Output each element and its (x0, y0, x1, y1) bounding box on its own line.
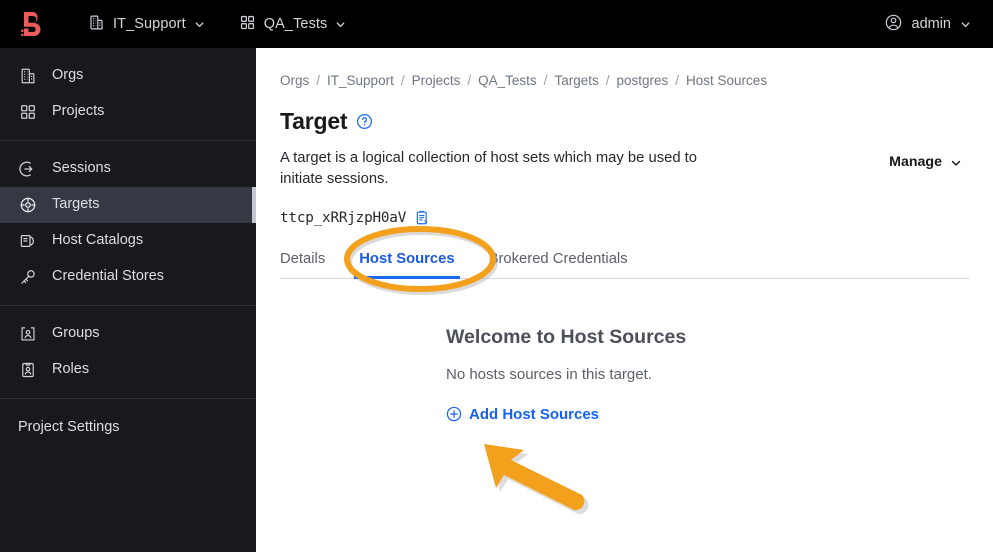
topnav-org-selector[interactable]: IT_Support (78, 0, 215, 48)
breadcrumb-item-qa-tests[interactable]: QA_Tests (478, 73, 537, 88)
chevron-down-icon (194, 19, 205, 30)
sidebar-item-label: Credential Stores (52, 268, 165, 285)
sidebar-item-label: Sessions (52, 160, 111, 177)
topnav-org-label: IT_Support (113, 16, 186, 32)
host-catalog-icon (18, 231, 38, 251)
topnav-project-selector[interactable]: QA_Tests (229, 0, 357, 48)
boundary-logo[interactable] (0, 0, 64, 48)
sidebar-item-label: Orgs (52, 67, 84, 84)
building-icon (18, 66, 38, 86)
grid-icon (239, 14, 256, 35)
building-icon (88, 14, 105, 35)
sidebar-item-host-catalogs[interactable]: Host Catalogs (0, 223, 256, 259)
add-host-sources-button[interactable]: Add Host Sources (446, 406, 599, 423)
target-crosshair-icon (18, 195, 38, 215)
sidebar-item-sessions[interactable]: Sessions (0, 151, 256, 187)
copy-clipboard-icon[interactable] (414, 210, 430, 226)
sidebar-item-targets[interactable]: Targets (0, 187, 256, 223)
sidebar-item-label: Targets (52, 196, 100, 213)
tab-label: Brokered Credentials (488, 250, 628, 267)
sidebar-item-label: Groups (52, 325, 100, 342)
sidebar-group-iam: Groups Roles (0, 305, 256, 398)
sidebar-item-credential-stores[interactable]: Credential Stores (0, 259, 256, 295)
breadcrumb-separator: / (675, 72, 680, 88)
breadcrumb: Orgs / IT_Support / Projects / QA_Tests … (280, 70, 969, 90)
session-arrow-icon (18, 159, 38, 179)
chevron-down-icon-2 (335, 19, 346, 30)
page-description: A target is a logical collection of host… (280, 150, 698, 188)
tab-brokered-credentials[interactable]: Brokered Credentials (489, 251, 628, 278)
sidebar-item-projects[interactable]: Projects (0, 94, 256, 130)
sidebar-item-label: Projects (52, 103, 105, 120)
breadcrumb-item-targets[interactable]: Targets (554, 73, 598, 88)
add-host-sources-label: Add Host Sources (469, 405, 600, 423)
sidebar-item-label: Project Settings (18, 419, 120, 435)
sidebar-group-settings: Project Settings (0, 398, 256, 455)
empty-state-title: Welcome to Host Sources (446, 325, 687, 348)
sidebar-group-resources: Sessions Targets Host Catalogs Credentia… (0, 140, 256, 305)
description-row: A target is a logical collection of host… (280, 148, 969, 191)
user-menu[interactable]: admin (874, 0, 993, 48)
breadcrumb-separator: / (543, 72, 548, 88)
chevron-down-icon (950, 157, 961, 168)
tab-host-sources[interactable]: Host Sources (354, 250, 461, 279)
user-circle-icon (884, 13, 903, 36)
breadcrumb-separator: / (400, 72, 405, 88)
resource-id-row: ttcp_xRRjzpH0aV (280, 210, 969, 226)
top-navigation-bar: IT_Support QA_Tests admin (0, 0, 993, 48)
boundary-logo-icon (21, 12, 41, 36)
page-title: Target (280, 108, 348, 134)
question-circle-icon[interactable] (356, 113, 373, 130)
user-menu-label: admin (911, 16, 952, 32)
page-title-row: Target (280, 108, 969, 135)
grid-icon (18, 102, 38, 122)
breadcrumb-separator: / (467, 72, 472, 88)
breadcrumb-item-it-support[interactable]: IT_Support (327, 73, 394, 88)
manage-button-label: Manage (889, 154, 942, 170)
tab-label: Details (280, 250, 326, 267)
key-icon (18, 267, 38, 287)
chevron-down-icon-3 (960, 19, 971, 30)
sidebar-item-orgs[interactable]: Orgs (0, 58, 256, 94)
breadcrumb-item-postgres[interactable]: postgres (616, 73, 668, 88)
breadcrumb-item-host-sources[interactable]: Host Sources (686, 73, 767, 88)
sidebar-item-groups[interactable]: Groups (0, 316, 256, 352)
breadcrumb-item-orgs[interactable]: Orgs (280, 73, 309, 88)
groups-icon (18, 324, 38, 344)
topnav-project-label: QA_Tests (263, 16, 328, 32)
main-content: Orgs / IT_Support / Projects / QA_Tests … (256, 48, 993, 552)
sidebar-item-project-settings[interactable]: Project Settings (0, 409, 256, 445)
sidebar-group-global: Orgs Projects (0, 48, 256, 140)
tab-details[interactable]: Details (280, 251, 325, 278)
empty-state-subtitle: No hosts sources in this target. (446, 365, 652, 383)
sidebar-navigation: Orgs Projects Sessions Targets Host Cata… (0, 48, 256, 552)
resource-id: ttcp_xRRjzpH0aV (280, 209, 407, 226)
app-root: IT_Support QA_Tests admin Orgs Projects … (0, 0, 993, 552)
manage-button[interactable]: Manage (889, 148, 969, 170)
plus-circle-icon (446, 406, 462, 422)
tab-bar: Details Host Sources Brokered Credential… (280, 244, 969, 279)
empty-state: Welcome to Host Sources No hosts sources… (280, 326, 969, 428)
breadcrumb-item-projects[interactable]: Projects (412, 73, 461, 88)
tab-label: Host Sources (359, 250, 455, 267)
sidebar-item-label: Host Catalogs (52, 232, 144, 249)
breadcrumb-separator: / (316, 72, 321, 88)
sidebar-item-label: Roles (52, 361, 90, 378)
breadcrumb-separator: / (605, 72, 610, 88)
roles-badge-icon (18, 360, 38, 380)
sidebar-item-roles[interactable]: Roles (0, 352, 256, 388)
